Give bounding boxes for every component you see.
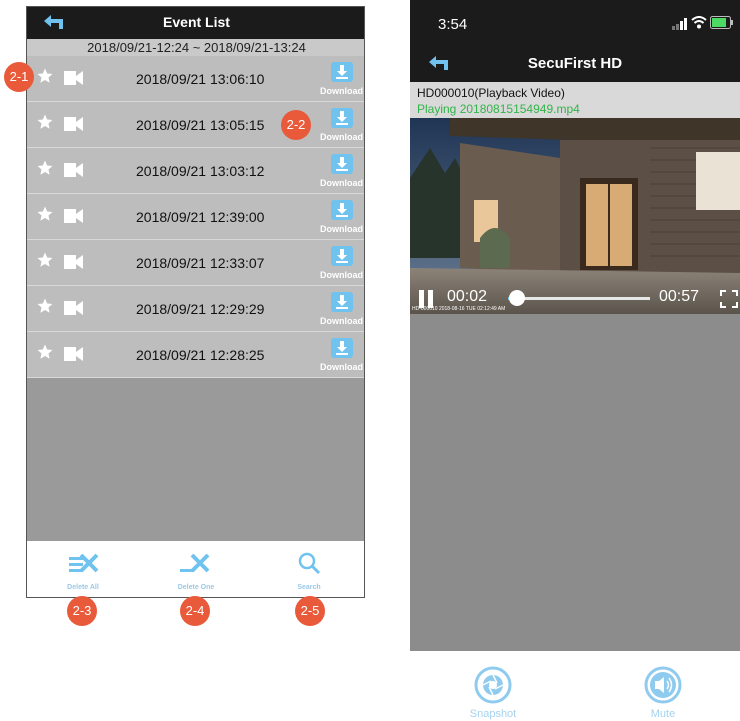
download-label[interactable]: Download [320,270,363,280]
event-row[interactable]: 2018/09/21 12:28:25 Download [27,332,364,378]
mute-label: Mute [650,708,676,720]
nav-bar: SecuFirst HD [410,46,740,82]
download-icon[interactable] [331,292,353,312]
battery-icon [710,16,734,34]
event-row[interactable]: 2018/09/21 12:33:07 Download [27,240,364,286]
video-camera-icon [64,346,84,367]
download-label[interactable]: Download [320,178,363,188]
delete-all-button[interactable]: Delete All [33,541,133,597]
event-row[interactable]: 2018/09/21 13:03:12 Download [27,148,364,194]
download-icon[interactable] [331,200,353,220]
bottom-toolbar: Delete All Delete One Search [27,541,364,597]
search-icon [297,551,321,580]
app-title: SecuFirst HD [527,55,623,72]
event-row[interactable]: 2018/09/21 12:39:00 Download [27,194,364,240]
delete-one-button[interactable]: Delete One [146,541,246,597]
osd-timestamp: HD-000010 2018-08-16 TUE 02:12:49 AM [412,306,506,312]
callout-badge: 2-2 [281,110,311,140]
camera-shutter-icon [473,665,513,710]
event-list-screen: Event List 2018/09/21-12:24 ~ 2018/09/21… [26,6,365,598]
callout-badge: 2-4 [180,596,210,626]
event-time: 2018/09/21 12:39:00 [136,209,265,225]
download-icon[interactable] [331,62,353,82]
callout-badge: 2-1 [4,62,34,92]
download-label[interactable]: Download [320,132,363,142]
star-icon[interactable] [36,297,54,320]
video-camera-icon [64,300,84,321]
duration-time: 00:57 [659,288,700,305]
star-icon[interactable] [36,159,54,182]
delete-one-icon [180,551,210,580]
status-clock: 3:54 [438,16,468,33]
download-icon[interactable] [331,246,353,266]
event-time: 2018/09/21 12:28:25 [136,347,265,363]
search-button[interactable]: Search [259,541,359,597]
video-camera-icon [64,116,84,137]
search-label: Search [297,584,321,591]
event-row[interactable]: 2018/09/21 12:29:29 Download [27,286,364,332]
bottom-toolbar: Snapshot Mute [410,651,740,721]
video-camera-icon [64,254,84,275]
delete-all-label: Delete All [67,584,99,591]
delete-one-label: Delete One [177,584,215,591]
time-range: 2018/09/21-12:24 ~ 2018/09/21-13:24 [27,39,364,56]
star-icon[interactable] [36,251,54,274]
snapshot-label: Snapshot [469,708,517,720]
top-bar: Event List [27,7,364,39]
delete-all-icon [69,551,99,580]
event-time: 2018/09/21 13:06:10 [136,71,265,87]
event-time: 2018/09/21 12:33:07 [136,255,265,271]
download-icon[interactable] [331,338,353,358]
mute-button[interactable]: Mute [608,651,718,721]
playing-file: Playing 20180815154949.mp4 [417,102,580,116]
star-icon[interactable] [36,343,54,366]
signal-icon [672,17,688,35]
event-row[interactable]: 2018/09/21 13:05:15 Download [27,102,364,148]
video-camera-icon [64,162,84,183]
event-row[interactable]: 2018/09/21 13:06:10 Download [27,56,364,102]
device-name: HD000010(Playback Video) [417,86,565,100]
callout-badge: 2-3 [67,596,97,626]
download-label[interactable]: Download [320,316,363,326]
fullscreen-icon[interactable] [720,290,738,313]
star-icon[interactable] [36,113,54,136]
wifi-icon [691,16,707,34]
download-icon[interactable] [331,154,353,174]
video-camera-icon [64,208,84,229]
elapsed-time: 00:02 [447,288,488,305]
video-frame[interactable] [410,118,740,314]
callout-badge: 2-5 [295,596,325,626]
snapshot-button[interactable]: Snapshot [438,651,548,721]
speaker-icon [643,665,683,710]
page-title: Event List [163,14,230,30]
progress-knob[interactable] [508,290,525,306]
playback-screen: 3:54 SecuFirst HD HD000010(Playback Vide… [410,0,740,721]
video-info: HD000010(Playback Video) Playing 2018081… [410,82,740,118]
status-bar: 3:54 [410,0,740,46]
video-camera-icon [64,70,84,91]
event-time: 2018/09/21 12:29:29 [136,301,265,317]
download-icon[interactable] [331,108,353,128]
star-icon[interactable] [36,205,54,228]
progress-slider[interactable] [508,290,650,306]
event-time: 2018/09/21 13:05:15 [136,117,265,133]
star-icon[interactable] [36,67,54,90]
download-label[interactable]: Download [320,362,363,372]
download-label[interactable]: Download [320,86,363,96]
event-time: 2018/09/21 13:03:12 [136,163,265,179]
download-label[interactable]: Download [320,224,363,234]
